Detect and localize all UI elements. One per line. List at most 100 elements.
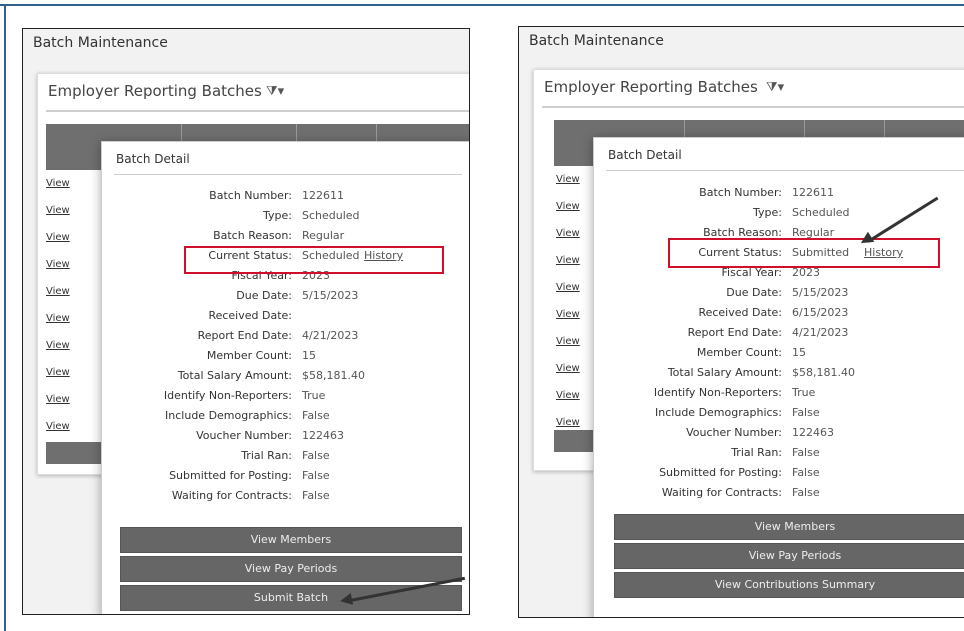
view-row-link[interactable]: View xyxy=(556,309,580,320)
field-label: Report End Date: xyxy=(197,329,292,342)
grid-title: Employer Reporting Batches xyxy=(48,82,262,100)
field-value: 4/21/2023 xyxy=(792,326,849,339)
field-received-date: Received Date: xyxy=(102,309,292,329)
breadcrumb: Batch Maintenance xyxy=(33,35,168,51)
view-row-link[interactable]: View xyxy=(556,417,580,428)
field-label: Voucher Number: xyxy=(196,429,292,442)
field-value: 122611 xyxy=(302,189,344,202)
field-identify-non-reporters: Identify Non-Reporters: True xyxy=(102,389,326,409)
title-divider xyxy=(542,106,964,108)
field-label: Identify Non-Reporters: xyxy=(163,389,292,402)
breadcrumb: Batch Maintenance xyxy=(529,33,664,49)
field-batch-number: Batch Number: 122611 xyxy=(102,189,344,209)
view-row-link[interactable]: View xyxy=(46,259,70,270)
field-label: Submitted for Posting: xyxy=(659,466,782,479)
field-label: Member Count: xyxy=(696,346,782,359)
view-members-button[interactable]: View Members xyxy=(120,527,462,553)
field-trial-ran: Trial Ran: False xyxy=(594,446,819,466)
grid-title: Employer Reporting Batches xyxy=(544,78,758,96)
field-received-date: Received Date: 6/15/2023 xyxy=(594,306,848,326)
field-value: 15 xyxy=(792,346,806,359)
field-label: Received Date: xyxy=(698,306,782,319)
view-row-link[interactable]: View xyxy=(46,313,70,324)
field-value: False xyxy=(302,469,330,482)
field-type: Type: Scheduled xyxy=(102,209,360,229)
view-row-link[interactable]: View xyxy=(46,340,70,351)
field-label: Trial Ran: xyxy=(731,446,782,459)
field-value: False xyxy=(792,406,820,419)
field-due-date: Due Date: 5/15/2023 xyxy=(594,286,848,306)
field-trial-ran: Trial Ran: False xyxy=(102,449,329,469)
field-value: False xyxy=(302,409,330,422)
view-row-link[interactable]: View xyxy=(556,201,580,212)
right-screenshot-panel: Batch Maintenance Employer Reporting Bat… xyxy=(518,26,964,618)
field-label: Voucher Number: xyxy=(686,426,782,439)
field-value: 122463 xyxy=(302,429,344,442)
field-label: Member Count: xyxy=(206,349,292,362)
field-label: Due Date: xyxy=(726,286,782,299)
field-include-demographics: Include Demographics: False xyxy=(102,409,330,429)
view-pay-periods-button[interactable]: View Pay Periods xyxy=(120,556,462,582)
field-submitted-for-posting: Submitted for Posting: False xyxy=(594,466,820,486)
field-label: Waiting for Contracts: xyxy=(661,486,782,499)
field-value: Scheduled xyxy=(302,209,360,222)
view-row-link[interactable]: View xyxy=(556,363,580,374)
field-value: Regular xyxy=(302,229,345,242)
field-value: 122463 xyxy=(792,426,834,439)
frame-top-line xyxy=(0,4,964,6)
filter-dropdown-icon[interactable]: ⧩▾ xyxy=(766,80,784,95)
frame-left-line xyxy=(4,4,6,631)
field-report-end-date: Report End Date: 4/21/2023 xyxy=(102,329,359,349)
field-member-count: Member Count: 15 xyxy=(102,349,316,369)
field-voucher-number: Voucher Number: 122463 xyxy=(594,426,834,446)
field-value: False xyxy=(792,486,820,499)
field-label: Total Salary Amount: xyxy=(667,366,782,379)
view-row-link[interactable]: View xyxy=(46,178,70,189)
view-row-link[interactable]: View xyxy=(556,282,580,293)
field-value: 4/21/2023 xyxy=(302,329,359,342)
field-value: 5/15/2023 xyxy=(792,286,849,299)
field-value: True xyxy=(302,389,326,402)
view-row-link[interactable]: View xyxy=(556,228,580,239)
view-row-link[interactable]: View xyxy=(46,394,70,405)
field-label: Batch Reason: xyxy=(213,229,292,242)
field-label: Type: xyxy=(753,206,782,219)
view-row-link[interactable]: View xyxy=(46,367,70,378)
field-value: $58,181.40 xyxy=(792,366,855,379)
field-label: Report End Date: xyxy=(687,326,782,339)
view-pay-periods-button[interactable]: View Pay Periods xyxy=(614,543,964,569)
view-row-link[interactable]: View xyxy=(556,390,580,401)
field-label: Trial Ran: xyxy=(241,449,292,462)
current-status-highlight xyxy=(668,238,940,268)
field-label: Identify Non-Reporters: xyxy=(653,386,782,399)
field-value: 122611 xyxy=(792,186,834,199)
view-row-link[interactable]: View xyxy=(46,286,70,297)
view-members-button[interactable]: View Members xyxy=(614,514,964,540)
field-label: Batch Number: xyxy=(209,189,292,202)
view-row-link[interactable]: View xyxy=(46,421,70,432)
field-label: Total Salary Amount: xyxy=(177,369,292,382)
view-row-link[interactable]: View xyxy=(556,336,580,347)
field-label: Batch Number: xyxy=(699,186,782,199)
view-row-link[interactable]: View xyxy=(556,174,580,185)
view-row-link[interactable]: View xyxy=(46,232,70,243)
field-submitted-for-posting: Submitted for Posting: False xyxy=(102,469,330,489)
left-screenshot-panel: Batch Maintenance Employer Reporting Bat… xyxy=(22,28,470,615)
field-batch-number: Batch Number: 122611 xyxy=(594,186,834,206)
field-due-date: Due Date: 5/15/2023 xyxy=(102,289,358,309)
field-label: Waiting for Contracts: xyxy=(171,489,292,502)
field-fiscal-year: Fiscal Year: 2023 xyxy=(594,266,820,286)
filter-dropdown-icon[interactable]: ⧩▾ xyxy=(266,84,284,99)
field-value: 15 xyxy=(302,349,316,362)
field-value: False xyxy=(792,446,820,459)
batch-detail-dialog: Batch Detail Batch Number: 122611 Type: … xyxy=(593,137,964,617)
field-label: Submitted for Posting: xyxy=(169,469,292,482)
field-label: Received Date: xyxy=(208,309,292,322)
view-row-link[interactable]: View xyxy=(556,255,580,266)
field-value: False xyxy=(302,489,330,502)
view-row-link[interactable]: View xyxy=(46,205,70,216)
field-total-salary-amount: Total Salary Amount: $58,181.40 xyxy=(594,366,855,386)
field-identify-non-reporters: Identify Non-Reporters: True xyxy=(594,386,816,406)
dialog-title: Batch Detail xyxy=(608,148,682,162)
view-contributions-summary-button[interactable]: View Contributions Summary xyxy=(614,572,964,598)
